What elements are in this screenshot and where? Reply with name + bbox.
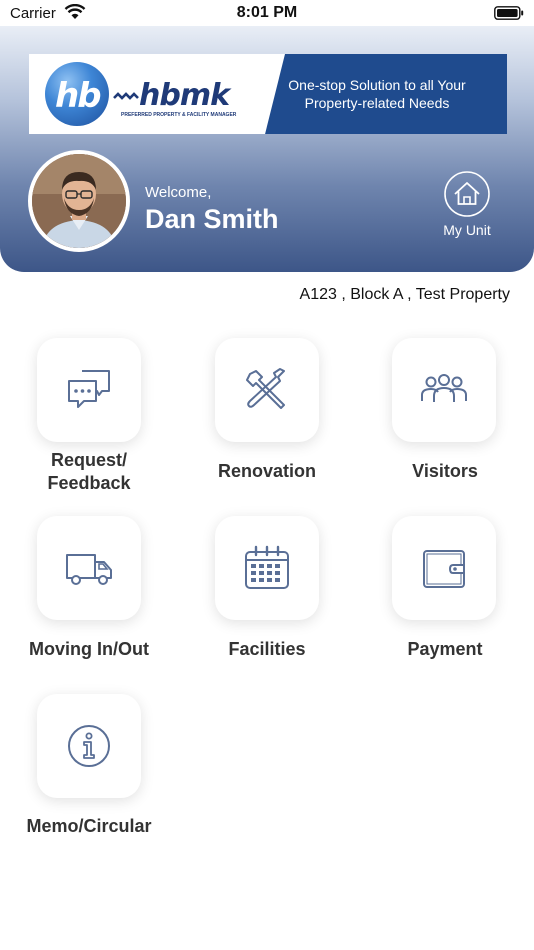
- home-icon: [444, 171, 490, 217]
- my-unit-button[interactable]: My Unit: [432, 168, 502, 244]
- banner-tagline: One-stop Solution to all Your Property-r…: [288, 77, 466, 111]
- tile-payment-box[interactable]: [392, 516, 496, 620]
- logo-hbmk-text: hbmk: [139, 78, 230, 113]
- tile-moving-label: Moving In/Out: [29, 639, 149, 659]
- wallet-icon: [423, 550, 465, 588]
- info-icon: [68, 725, 110, 767]
- tile-facilities-box[interactable]: [215, 516, 319, 620]
- unit-address: A123 , Block A , Test Property: [299, 286, 510, 303]
- status-time: 8:01 PM: [236, 4, 298, 21]
- tile-renovation-label: Renovation: [217, 461, 316, 481]
- tile-request-feedback-box[interactable]: [37, 338, 141, 442]
- avatar-photo: [32, 154, 126, 248]
- tile-memo-box[interactable]: [37, 694, 141, 798]
- avatar[interactable]: [28, 150, 130, 252]
- chat-bubbles-icon: [68, 370, 110, 408]
- my-unit-label: My Unit: [443, 222, 491, 238]
- tile-facilities-label: Facilities: [228, 639, 306, 659]
- tile-visitors-label: Visitors: [412, 461, 478, 481]
- logo-subtitle: PREFERRED PROPERTY & FACILITY MANAGER: [121, 112, 237, 118]
- logo-hb-text: hb: [55, 76, 102, 116]
- hbmk-banner: hb hbmk PREFERRED PROPERTY & FACILITY MA…: [29, 54, 507, 134]
- logo-wave-icon: [113, 92, 139, 100]
- welcome-label: Welcome,: [145, 184, 212, 201]
- tile-payment-label: Payment: [407, 639, 483, 659]
- tile-visitors-box[interactable]: [392, 338, 496, 442]
- truck-icon: [66, 554, 112, 585]
- tile-renovation-box[interactable]: [215, 338, 319, 442]
- battery-icon: [494, 6, 524, 20]
- calendar-icon: [245, 545, 289, 589]
- people-group-icon: [421, 374, 467, 402]
- status-bar: Carrier 8:01 PM: [0, 0, 534, 26]
- tile-memo-label: Memo/Circular: [26, 816, 152, 836]
- user-name: Dan Smith: [145, 204, 279, 234]
- tile-moving-box[interactable]: [37, 516, 141, 620]
- tile-request-feedback-label: Request/ Feedback: [47, 450, 131, 493]
- tools-icon: [246, 368, 285, 409]
- profile-header: hb hbmk PREFERRED PROPERTY & FACILITY MA…: [0, 26, 534, 272]
